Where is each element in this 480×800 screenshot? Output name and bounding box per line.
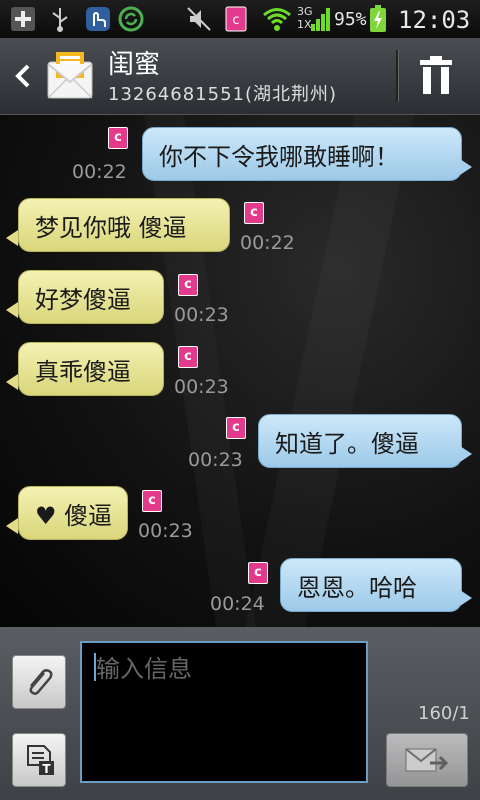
message-time: 00:22 [72,161,127,183]
mute-icon [186,6,212,32]
battery-icon [368,5,388,32]
message-bubble-incoming[interactable]: ♥ 傻逼 [18,486,128,540]
sync-icon [116,6,146,32]
message-time: 00:23 [174,376,229,398]
contact-name: 闺蜜 [108,50,161,80]
app-badge-icon: c [244,202,264,224]
message-text: 真乖傻逼 [35,357,131,386]
message-bubble-outgoing[interactable]: 知道了。傻逼 [258,414,462,468]
message-bubble-incoming[interactable]: 好梦傻逼 [18,270,164,324]
message-time: 00:23 [138,520,193,542]
app-badge-icon: c [248,562,268,584]
app-badge-icon: c [178,274,198,296]
app-notification-icon: c [224,6,248,32]
message-time: 00:24 [210,593,265,615]
app-badge-icon: c [108,127,128,149]
message-text: 知道了。傻逼 [275,429,419,458]
message-input-placeholder: 输入信息 [96,655,192,683]
conversation-header: 闺蜜 13264681551(湖北荆州) [0,38,480,115]
attach-button[interactable] [12,655,66,709]
bubble-tail [6,230,18,246]
bubble-tail [460,446,472,462]
app-badge-label: c [232,13,239,28]
status-time: 12:03 [398,6,471,34]
insert-text-icon: T [27,745,54,776]
insert-text-button[interactable]: T [12,733,66,787]
compose-bar: T 输入信息 160/1 [0,627,480,800]
signal-icon [310,6,332,32]
message-time: 00:22 [240,232,295,254]
message-text: 你不下令我哪敢睡啊！ [159,142,399,171]
app-badge-icon: c [178,346,198,368]
send-button[interactable] [386,733,468,787]
delete-button[interactable] [414,54,458,98]
contact-number: 13264681551(湖北荆州) [108,84,338,105]
message-input[interactable]: 输入信息 [80,641,368,783]
add-icon [8,6,38,32]
attach-icon [29,669,53,695]
wallpaper-streak [245,115,415,627]
touch-icon [84,6,112,32]
battery-percent: 95% [334,9,367,30]
message-bubble-outgoing[interactable]: 你不下令我哪敢睡啊！ [142,127,462,181]
header-divider [396,50,399,102]
message-list[interactable]: c 你不下令我哪敢睡啊！ 00:22 梦见你哦 傻逼 c 00:22 好梦傻逼 … [0,115,480,627]
message-text: ♥ 傻逼 [35,501,113,530]
back-icon [15,64,30,88]
back-button[interactable] [10,58,36,94]
usb-icon [48,6,72,32]
envelope-icon [46,50,94,102]
bubble-tail [6,302,18,318]
bubble-tail [460,159,472,175]
message-bubble-incoming[interactable]: 真乖傻逼 [18,342,164,396]
wifi-icon [262,6,292,32]
svg-text:T: T [42,762,51,776]
message-bubble-incoming[interactable]: 梦见你哦 傻逼 [18,198,230,252]
status-bar: c 3G 1X 95% 12:03 [0,0,480,38]
message-text: 恩恩。哈哈 [297,573,417,602]
message-bubble-outgoing[interactable]: 恩恩。哈哈 [280,558,462,612]
send-icon [405,748,449,772]
message-text: 好梦傻逼 [35,285,131,314]
character-counter: 160/1 [418,703,470,724]
trash-icon [420,56,452,94]
app-badge-icon: c [226,417,246,439]
bubble-tail [6,518,18,534]
app-badge-icon: c [142,490,162,512]
message-time: 00:23 [174,304,229,326]
bubble-tail [460,590,472,606]
message-time: 00:23 [188,449,243,471]
bubble-tail [6,374,18,390]
message-text: 梦见你哦 傻逼 [35,213,187,242]
